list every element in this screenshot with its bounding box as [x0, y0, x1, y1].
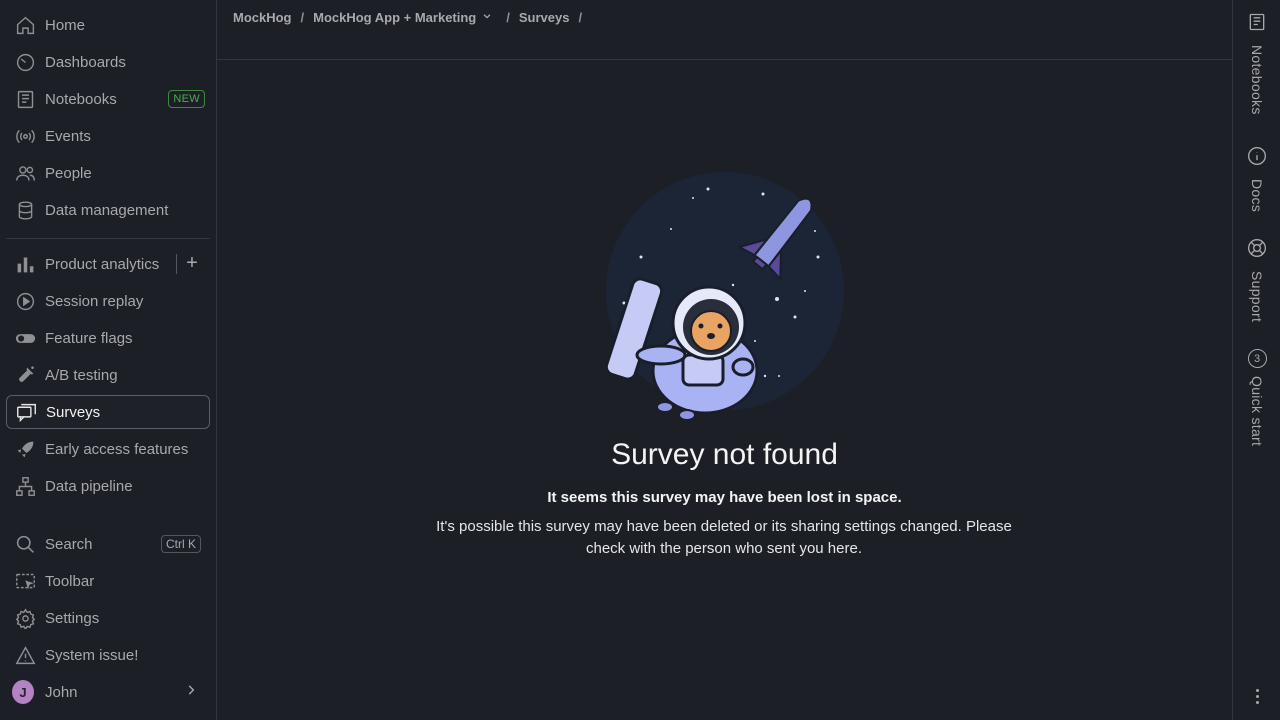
sidebar-item-surveys[interactable]: Surveys [6, 395, 210, 429]
sidebar-item-label: Product analytics [45, 255, 160, 273]
topbar: MockHog / MockHog App + Marketing / Surv… [217, 0, 1232, 60]
side-panel-bar: Notebooks Docs Support 3 Quick start [1232, 0, 1280, 720]
user-name: John [45, 683, 78, 701]
rocket-icon [14, 438, 36, 460]
sidebar-item-notebooks[interactable]: Notebooks NEW [6, 82, 210, 116]
sidebar-item-label: Early access features [45, 440, 189, 458]
breadcrumb-separator: / [506, 10, 510, 25]
page-description: It's possible this survey may have been … [436, 518, 1012, 557]
astronaut-hedgehog-illustration [605, 172, 844, 421]
breadcrumb-org[interactable]: MockHog [233, 10, 292, 25]
page-subtitle: It seems this survey may have been lost … [547, 489, 902, 506]
search-shortcut: Ctrl K [161, 535, 201, 553]
side-panel-label: Quick start [1249, 376, 1265, 447]
sidebar-item-label: Settings [45, 609, 100, 627]
sidebar-item-home[interactable]: Home [6, 8, 210, 42]
side-panel-docs[interactable]: Docs [1233, 146, 1280, 212]
sidebar-item-feature-flags[interactable]: Feature flags [6, 321, 210, 355]
sidebar-item-people[interactable]: People [6, 156, 210, 190]
avatar: J [12, 680, 34, 704]
side-panel-label: Notebooks [1249, 45, 1265, 115]
sidebar-item-label: Events [45, 127, 91, 145]
side-panel-label: Docs [1249, 179, 1265, 213]
play-circle-icon [14, 290, 36, 312]
quick-start-count: 3 [1247, 349, 1267, 368]
sidebar-item-label: Session replay [45, 292, 144, 310]
notebook-icon [14, 88, 36, 110]
toggle-icon [14, 327, 36, 349]
more-options-icon[interactable] [1247, 684, 1267, 708]
chevron-down-icon[interactable] [482, 11, 492, 24]
lifebuoy-icon [1247, 238, 1267, 263]
chat-icon [15, 401, 37, 423]
flask-icon [14, 364, 36, 386]
breadcrumb-separator: / [300, 10, 305, 25]
sidebar-item-session-replay[interactable]: Session replay [6, 284, 210, 318]
sidebar-item-label: People [45, 164, 92, 182]
sidebar-item-label: Home [45, 16, 86, 34]
breadcrumb-separator: / [578, 10, 583, 25]
pipeline-icon [14, 475, 36, 497]
separator [176, 254, 177, 274]
sidebar-item-label: A/B testing [45, 366, 118, 384]
people-icon [14, 162, 36, 184]
sidebar-item-label: Notebooks [45, 90, 117, 108]
breadcrumb-page[interactable]: Surveys [519, 10, 570, 25]
sidebar-item-product-analytics[interactable]: Product analytics + [6, 247, 210, 281]
sidebar-item-search[interactable]: Search Ctrl K [6, 527, 210, 561]
sidebar-item-label: Data pipeline [45, 477, 133, 495]
sidebar-item-system-issue[interactable]: System issue! [6, 638, 210, 672]
chevron-right-icon [184, 683, 198, 701]
sidebar-item-label: Toolbar [45, 572, 95, 590]
sidebar-item-toolbar[interactable]: Toolbar [6, 564, 210, 598]
sidebar-item-data-pipeline[interactable]: Data pipeline [6, 469, 210, 503]
warning-icon [14, 644, 36, 666]
sidebar-item-label: Dashboards [45, 53, 126, 71]
notebook-icon [1247, 12, 1267, 37]
side-panel-support[interactable]: Support [1233, 238, 1280, 322]
broadcast-icon [14, 125, 36, 147]
sidebar-user[interactable]: J John [6, 675, 210, 709]
sidebar-item-label: Data management [45, 201, 169, 219]
sidebar-item-label: Surveys [46, 403, 101, 421]
info-icon [1247, 146, 1267, 171]
sidebar-item-dashboards[interactable]: Dashboards [6, 45, 210, 79]
add-insight-button[interactable]: + [181, 252, 203, 274]
search-icon [14, 533, 36, 555]
home-icon [14, 14, 36, 36]
database-icon [14, 199, 36, 221]
side-panel-notebooks[interactable]: Notebooks [1233, 12, 1280, 115]
sidebar-item-label: System issue! [45, 646, 139, 664]
side-panel-quick-start[interactable]: 3 Quick start [1233, 349, 1280, 446]
gear-icon [14, 607, 36, 629]
sidebar: Home Dashboards Notebooks NEW Events Peo… [0, 0, 217, 720]
sidebar-divider [6, 238, 210, 239]
breadcrumb-project[interactable]: MockHog App + Marketing [313, 10, 476, 25]
sidebar-item-events[interactable]: Events [6, 119, 210, 153]
sidebar-item-ab-testing[interactable]: A/B testing [6, 358, 210, 392]
gauge-icon [14, 51, 36, 73]
side-panel-label: Support [1249, 271, 1265, 323]
sidebar-item-settings[interactable]: Settings [6, 601, 210, 635]
sidebar-item-data-management[interactable]: Data management [6, 193, 210, 227]
new-badge: NEW [168, 90, 205, 108]
main-content: Survey not found It seems this survey ma… [217, 61, 1232, 720]
page-title: Survey not found [611, 438, 838, 471]
sidebar-item-early-access[interactable]: Early access features [6, 432, 210, 466]
toolbar-icon [14, 570, 36, 592]
bar-chart-icon [14, 253, 36, 275]
breadcrumb: MockHog / MockHog App + Marketing / Surv… [233, 10, 591, 25]
sidebar-item-label: Feature flags [45, 329, 133, 347]
sidebar-item-label: Search [45, 535, 93, 553]
